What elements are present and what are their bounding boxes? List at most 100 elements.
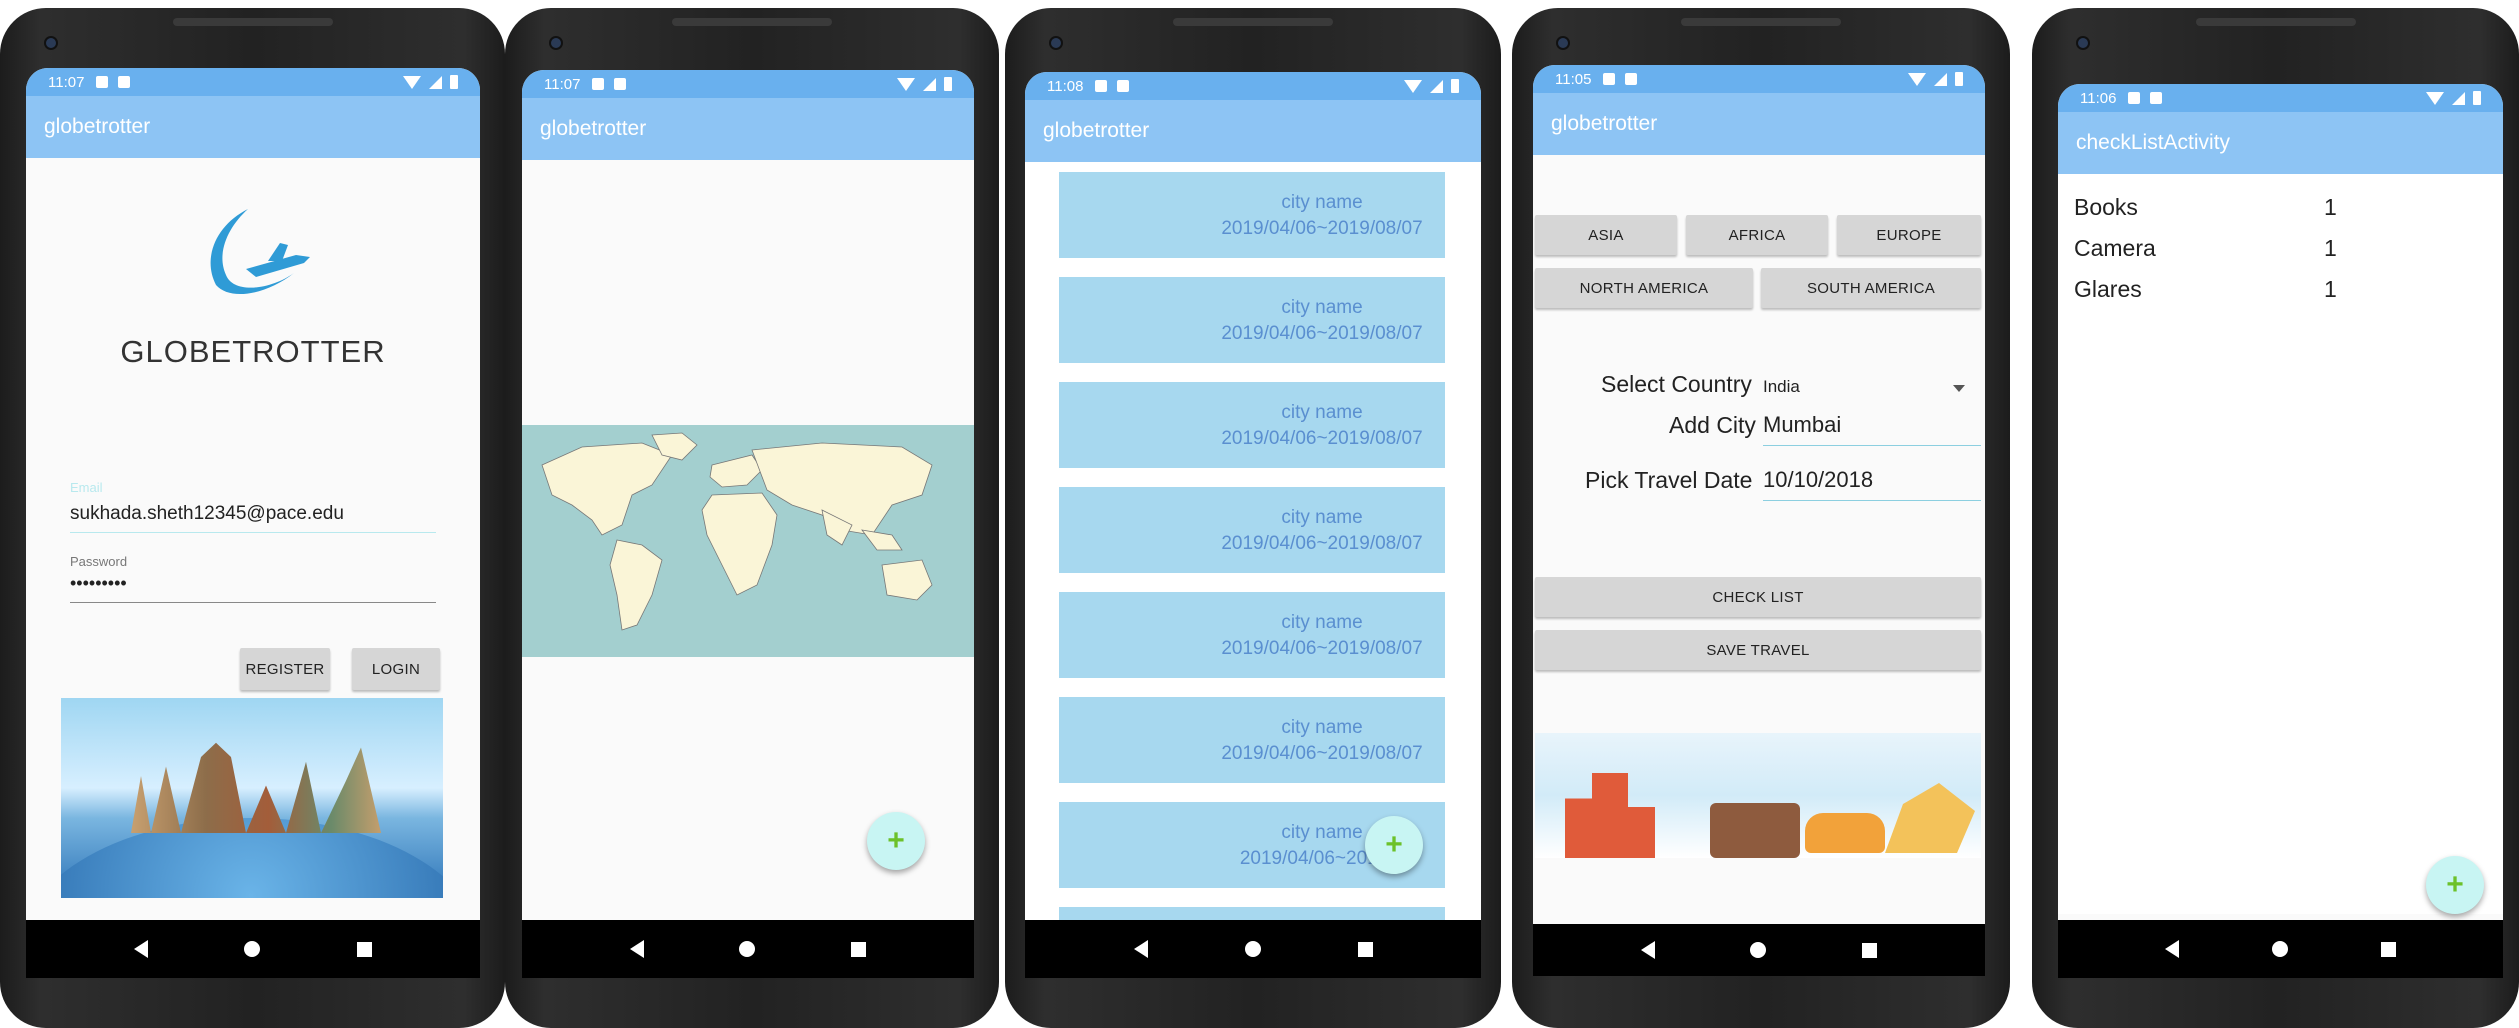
add-fab-button[interactable]: + bbox=[867, 812, 925, 870]
settings-icon bbox=[1603, 73, 1616, 85]
speaker-grille bbox=[172, 18, 333, 26]
status-time: 11:07 bbox=[544, 75, 581, 93]
password-label: Password bbox=[70, 554, 128, 569]
sd-card-icon bbox=[1625, 73, 1638, 85]
buildings-shape bbox=[1565, 773, 1655, 858]
trip-card[interactable]: city name 2019/04/06~2019/08/07 bbox=[1059, 697, 1445, 783]
travel-banner-image bbox=[61, 698, 443, 898]
wifi-icon bbox=[2426, 91, 2444, 105]
landmarks-shape bbox=[131, 742, 381, 833]
register-button[interactable]: REGISTER bbox=[240, 648, 330, 690]
back-icon[interactable] bbox=[1133, 940, 1148, 958]
nav-bar bbox=[1025, 920, 1481, 978]
signal-icon bbox=[429, 75, 442, 89]
login-button[interactable]: LOGIN bbox=[352, 648, 440, 690]
travel-date-label: Pick Travel Date bbox=[1585, 467, 1753, 493]
speaker-grille bbox=[1681, 18, 1841, 26]
phone-login: 11:07 globetrotter GLOBETROTTER Email su… bbox=[0, 8, 505, 1028]
status-bar: 11:07 bbox=[26, 68, 480, 96]
recents-icon[interactable] bbox=[356, 941, 372, 957]
front-camera bbox=[44, 36, 58, 50]
travel-date-input[interactable]: 10/10/2018 bbox=[1763, 467, 1981, 501]
checklist-row[interactable]: Books 1 bbox=[2074, 194, 2474, 228]
sd-card-icon bbox=[614, 78, 627, 90]
city-input[interactable]: Mumbai bbox=[1763, 412, 1981, 446]
email-field[interactable]: sukhada.sheth12345@pace.edu bbox=[70, 503, 436, 533]
recents-icon[interactable] bbox=[1357, 941, 1373, 957]
trip-city: city name bbox=[1281, 192, 1363, 213]
add-trip-fab-button[interactable]: + bbox=[1365, 816, 1423, 874]
status-time: 11:08 bbox=[1047, 77, 1084, 95]
item-name: Glares bbox=[2074, 276, 2142, 302]
trip-city: city name bbox=[1281, 612, 1363, 633]
add-item-fab-button[interactable]: + bbox=[2426, 856, 2484, 914]
sd-card-icon bbox=[2150, 92, 2163, 104]
home-icon[interactable] bbox=[1244, 941, 1261, 957]
car-shape bbox=[1805, 813, 1885, 853]
select-country-label: Select Country bbox=[1601, 371, 1752, 397]
home-icon[interactable] bbox=[244, 941, 261, 957]
logo-text: GLOBETROTTER bbox=[120, 334, 386, 369]
item-quantity: 1 bbox=[2324, 276, 2337, 302]
front-camera bbox=[1556, 36, 1570, 50]
travel-illustration-image bbox=[1535, 733, 1981, 858]
checklist-row[interactable]: Glares 1 bbox=[2074, 276, 2474, 310]
login-screen: 11:07 globetrotter GLOBETROTTER Email su… bbox=[26, 68, 480, 978]
continent-africa-button[interactable]: AFRICA bbox=[1686, 215, 1828, 255]
trip-card[interactable]: city name 2019/04/06~2019/08/07 bbox=[1059, 172, 1445, 258]
battery-icon bbox=[1955, 72, 1963, 86]
settings-icon bbox=[96, 76, 109, 88]
trip-dates: 2019/04/06~2019/08/07 bbox=[1221, 743, 1423, 764]
country-dropdown[interactable]: India bbox=[1763, 373, 1983, 403]
wifi-icon bbox=[403, 75, 421, 89]
phone-trip-list: 11:08 globetrotter city name 2019/04/06~2… bbox=[1005, 8, 1501, 1028]
home-icon[interactable] bbox=[739, 941, 756, 957]
back-icon[interactable] bbox=[629, 940, 644, 958]
check-list-button[interactable]: CHECK LIST bbox=[1535, 577, 1981, 617]
back-icon[interactable] bbox=[134, 940, 149, 958]
front-camera bbox=[1049, 36, 1063, 50]
continent-asia-button[interactable]: ASIA bbox=[1535, 215, 1677, 255]
recents-icon[interactable] bbox=[851, 941, 867, 957]
home-icon[interactable] bbox=[2271, 941, 2288, 957]
ship-shape bbox=[1885, 783, 1975, 853]
item-name: Camera bbox=[2074, 235, 2156, 261]
continent-europe-button[interactable]: EUROPE bbox=[1837, 215, 1981, 255]
app-bar-title: globetrotter bbox=[1025, 100, 1481, 162]
save-travel-button[interactable]: SAVE TRAVEL bbox=[1535, 630, 1981, 670]
continent-north-america-button[interactable]: NORTH AMERICA bbox=[1535, 268, 1753, 308]
back-icon[interactable] bbox=[2164, 940, 2179, 958]
battery-icon bbox=[1451, 79, 1459, 93]
signal-icon bbox=[1430, 79, 1443, 93]
add-travel-screen: 11:05 globetrotter ASIA AFRICA EUROPE NO… bbox=[1533, 65, 1985, 976]
status-time: 11:05 bbox=[1555, 70, 1592, 88]
checklist-row[interactable]: Camera 1 bbox=[2074, 235, 2474, 269]
world-map[interactable] bbox=[522, 425, 974, 657]
status-bar: 11:06 bbox=[2058, 84, 2503, 112]
trip-dates: 2019/04/06~2019/08/07 bbox=[1221, 428, 1423, 449]
battery-icon bbox=[450, 75, 458, 89]
recents-icon[interactable] bbox=[2381, 941, 2397, 957]
wifi-icon bbox=[897, 77, 915, 91]
trip-card[interactable]: city name 2019/04/06~2019/08/07 bbox=[1059, 382, 1445, 468]
password-field[interactable]: ••••••••• bbox=[70, 573, 436, 603]
email-label: Email bbox=[70, 480, 103, 495]
trip-card[interactable]: city name 2019/04/06~2019/08/07 bbox=[1059, 487, 1445, 573]
app-bar-title: globetrotter bbox=[522, 98, 974, 160]
recents-icon[interactable] bbox=[1862, 942, 1878, 958]
trip-card[interactable]: city name 2019/04/06~2019/08/07 bbox=[1059, 277, 1445, 363]
home-icon[interactable] bbox=[1750, 942, 1767, 958]
trip-city: city name bbox=[1281, 717, 1363, 738]
add-city-label: Add City bbox=[1669, 412, 1756, 438]
trip-card[interactable]: city name 2019/04/06~2019/08/07 bbox=[1059, 592, 1445, 678]
nav-bar bbox=[2058, 920, 2503, 978]
dropdown-arrow-icon bbox=[1953, 385, 1965, 392]
phone-checklist: 11:06 checkListActivity Books 1 Camera 1… bbox=[2032, 8, 2519, 1028]
status-bar: 11:07 bbox=[522, 70, 974, 98]
back-icon[interactable] bbox=[1640, 941, 1655, 959]
continent-south-america-button[interactable]: SOUTH AMERICA bbox=[1761, 268, 1981, 308]
status-time: 11:06 bbox=[2080, 89, 2117, 107]
front-camera bbox=[2076, 36, 2090, 50]
signal-icon bbox=[923, 77, 936, 91]
signal-icon bbox=[1934, 72, 1947, 86]
